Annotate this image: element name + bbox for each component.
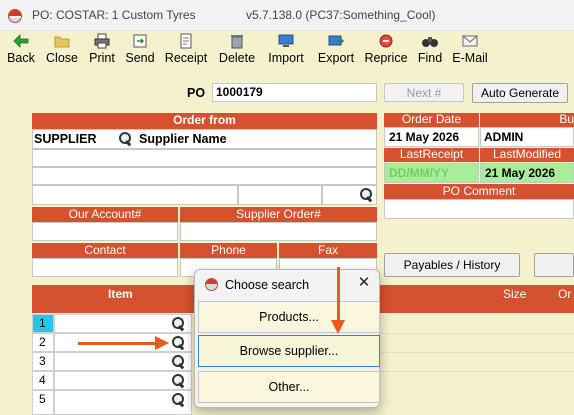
toolbar: Back Close Print Send Receipt Delete Imp… [0, 31, 574, 69]
window-version: v5.7.138.0 (PC37:Something_Cool) [246, 8, 436, 22]
item-search-icon[interactable] [172, 374, 186, 388]
po-comment-field[interactable] [384, 199, 574, 219]
row-number[interactable]: 4 [32, 371, 54, 390]
supplier-label: SUPPLIER [34, 132, 97, 146]
order-column-header: Or [558, 287, 572, 301]
trash-icon [231, 35, 243, 49]
size-column-header: Size [503, 287, 527, 301]
printer-icon [94, 33, 110, 49]
item-search-icon[interactable] [172, 355, 186, 369]
import-icon [278, 34, 294, 47]
folder-icon [54, 36, 70, 48]
browse-supplier-button[interactable]: Browse supplier... [198, 335, 380, 367]
back-button[interactable]: Back [5, 33, 37, 67]
our-account-header: Our Account# [32, 207, 178, 222]
find-button[interactable]: Find [416, 33, 444, 67]
contact-header: Contact [32, 243, 178, 258]
binoculars-icon [422, 37, 438, 47]
next-number-button[interactable]: Next # [384, 83, 464, 102]
reprice-icon [379, 34, 393, 48]
window-title: PO: COSTAR: 1 Custom Tyres [32, 8, 196, 22]
our-account-field[interactable] [32, 222, 178, 241]
email-icon [462, 35, 478, 47]
dialog-title: Choose search [225, 278, 310, 292]
annotation-arrow-vertical [337, 267, 340, 323]
city-field[interactable] [32, 185, 238, 205]
grid-right-area [380, 313, 574, 415]
reprice-button[interactable]: Reprice [363, 33, 409, 67]
last-modified-header: LastModified [480, 148, 574, 162]
supplier-name-label: Supplier Name [139, 132, 227, 146]
order-date-field[interactable]: 21 May 2026 [384, 127, 479, 147]
phone-header: Phone [180, 243, 277, 258]
delete-button[interactable]: Delete [217, 33, 257, 67]
email-button[interactable]: E-Mail [451, 33, 489, 67]
close-button[interactable]: Close [44, 33, 80, 67]
last-receipt-header: LastReceipt [384, 148, 479, 162]
receipt-button[interactable]: Receipt [164, 33, 208, 67]
item-search-icon[interactable] [172, 393, 186, 407]
app-logo-icon [8, 9, 22, 23]
annotation-arrow-horizontal [78, 342, 158, 345]
import-button[interactable]: Import [265, 33, 307, 67]
supplier-order-field[interactable] [180, 222, 377, 241]
title-bar: PO: COSTAR: 1 Custom Tyres v5.7.138.0 (P… [0, 0, 574, 31]
arrow-down-icon [331, 320, 345, 334]
postcode-field[interactable] [238, 185, 322, 205]
contact-field[interactable] [32, 258, 178, 277]
print-button[interactable]: Print [87, 33, 117, 67]
buyer-header: Bu [480, 113, 574, 127]
address-search-icon[interactable] [360, 188, 374, 202]
fax-header: Fax [279, 243, 377, 258]
supplier-order-header: Supplier Order# [180, 207, 377, 222]
item-column-header: Item [108, 287, 133, 301]
back-arrow-icon [13, 34, 29, 48]
close-icon[interactable]: ✕ [353, 273, 375, 295]
address-line-1[interactable] [32, 149, 377, 167]
item-search-icon[interactable] [172, 336, 186, 350]
row-number[interactable]: 5 [32, 390, 54, 415]
send-icon [133, 34, 147, 48]
po-comment-header: PO Comment [384, 184, 574, 199]
order-from-header: Order from [32, 113, 377, 129]
auto-generate-button[interactable]: Auto Generate [472, 83, 568, 103]
send-button[interactable]: Send [124, 33, 156, 67]
dialog-app-icon [205, 278, 218, 291]
address-line-2[interactable] [32, 167, 377, 185]
buyer-field[interactable]: ADMIN [480, 127, 574, 147]
item-search-icon[interactable] [172, 317, 186, 331]
last-receipt-field: DD/MM/YY [384, 163, 479, 183]
payables-history-button[interactable]: Payables / History [384, 253, 520, 277]
order-date-header: Order Date [384, 113, 479, 127]
last-modified-field: 21 May 2026 [480, 163, 574, 183]
row-number[interactable]: 3 [32, 352, 54, 371]
export-icon [328, 35, 345, 46]
supplier-search-icon[interactable] [119, 132, 133, 146]
export-button[interactable]: Export [315, 33, 357, 67]
other-search-button[interactable]: Other... [198, 371, 380, 403]
arrow-right-icon [155, 336, 169, 350]
products-search-button[interactable]: Products... [198, 301, 380, 333]
choose-search-dialog: Choose search ✕ Products... Browse suppl… [194, 269, 380, 408]
row-number[interactable]: 2 [32, 333, 54, 352]
row-number[interactable]: 1 [32, 314, 54, 333]
partial-button[interactable] [534, 253, 574, 277]
receipt-icon [180, 33, 192, 49]
po-label: PO [187, 86, 206, 100]
po-number-field[interactable]: 1000179 [212, 83, 377, 102]
